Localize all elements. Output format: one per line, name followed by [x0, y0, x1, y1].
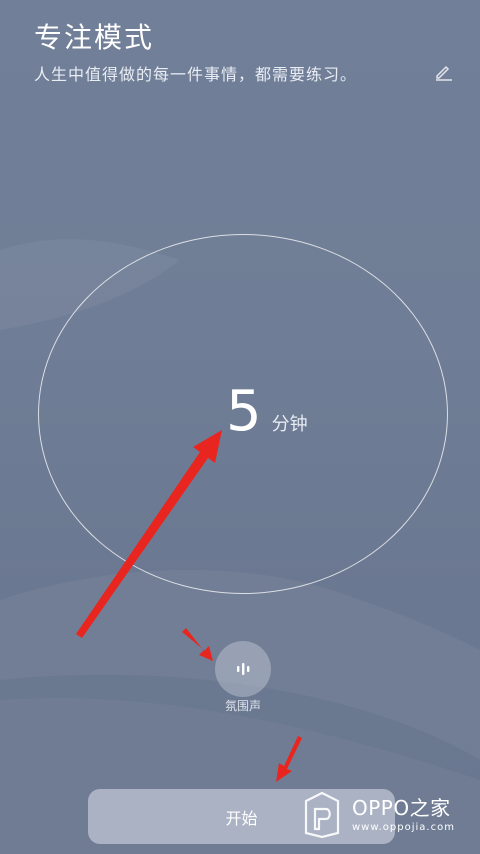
- timer-value: 5: [226, 379, 262, 444]
- watermark-url: www.oppojia.com: [352, 822, 455, 833]
- oppojia-logo-icon: [304, 791, 340, 839]
- arrow-to-ambient: [182, 628, 213, 661]
- ambient-sound-label: 氛围声: [224, 699, 261, 713]
- timer-unit: 分钟: [271, 414, 308, 435]
- timer-display[interactable]: 5 分钟: [226, 384, 308, 440]
- start-button[interactable]: 开始: [88, 789, 395, 844]
- sound-wave-icon: [237, 663, 250, 675]
- page-title: 专注模式: [34, 21, 155, 54]
- arrow-to-start: [276, 736, 302, 782]
- page-subtitle: 人生中值得做的每一件事情，都需要练习。: [34, 65, 358, 84]
- edit-button[interactable]: [432, 59, 456, 83]
- pencil-icon: [436, 65, 452, 81]
- watermark-brand: OPPO之家: [352, 796, 451, 820]
- ambient-sound-button[interactable]: [215, 641, 271, 697]
